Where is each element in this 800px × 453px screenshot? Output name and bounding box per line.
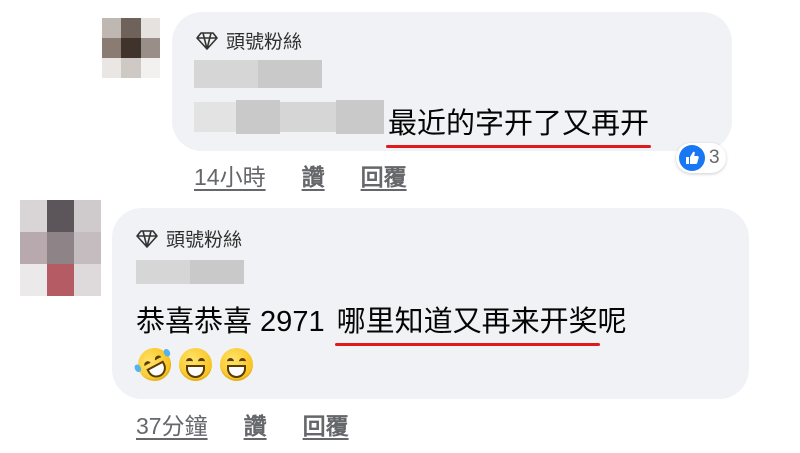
comment-bubble: 頭號粉絲 最近的字开了又再开: [172, 12, 732, 151]
avatar[interactable]: [20, 200, 101, 296]
timestamp-link[interactable]: 37分鐘: [136, 407, 208, 441]
avatar[interactable]: [102, 18, 160, 78]
comment-bubble: 頭號粉絲 恭喜恭喜 2971 哪里知道又再来开奖 呢: [112, 208, 749, 399]
badge-label: 頭號粉絲: [166, 230, 243, 251]
reaction-count: 3: [709, 147, 720, 168]
author-name-redacted[interactable]: [194, 60, 322, 88]
comment-text-suffix: 呢: [597, 306, 627, 338]
reaction-summary[interactable]: 3: [676, 143, 726, 173]
comment-text-prefix: 恭喜恭喜 2971: [136, 306, 325, 338]
timestamp-link[interactable]: 14小時: [194, 158, 266, 192]
diamond-icon: [196, 31, 218, 50]
reply-button[interactable]: 回覆: [303, 407, 349, 441]
top-fan-badge[interactable]: 頭號粉絲: [136, 225, 242, 252]
comment-meta: 14小時 讚 回覆: [194, 158, 407, 192]
emoji-row: [132, 342, 253, 387]
top-fan-badge[interactable]: 頭號粉絲: [196, 27, 302, 54]
like-button[interactable]: 讚: [244, 407, 267, 441]
rolling-on-floor-laughing-icon: [132, 342, 177, 387]
badge-label: 頭號粉絲: [226, 32, 303, 53]
comment-meta: 37分鐘 讚 回覆: [136, 407, 349, 441]
like-icon: [679, 145, 705, 171]
reply-button[interactable]: 回覆: [361, 158, 407, 192]
author-name-redacted[interactable]: [136, 260, 244, 284]
grinning-face-icon: [179, 348, 212, 381]
grinning-face-icon: [220, 348, 253, 381]
comment-highlight-text: 哪里知道又再来开奖: [334, 298, 600, 346]
like-button[interactable]: 讚: [302, 158, 325, 192]
comment-text-redacted: [194, 100, 384, 134]
comment-highlight-text: 最近的字开了又再开: [385, 100, 652, 148]
diamond-icon: [136, 229, 158, 248]
